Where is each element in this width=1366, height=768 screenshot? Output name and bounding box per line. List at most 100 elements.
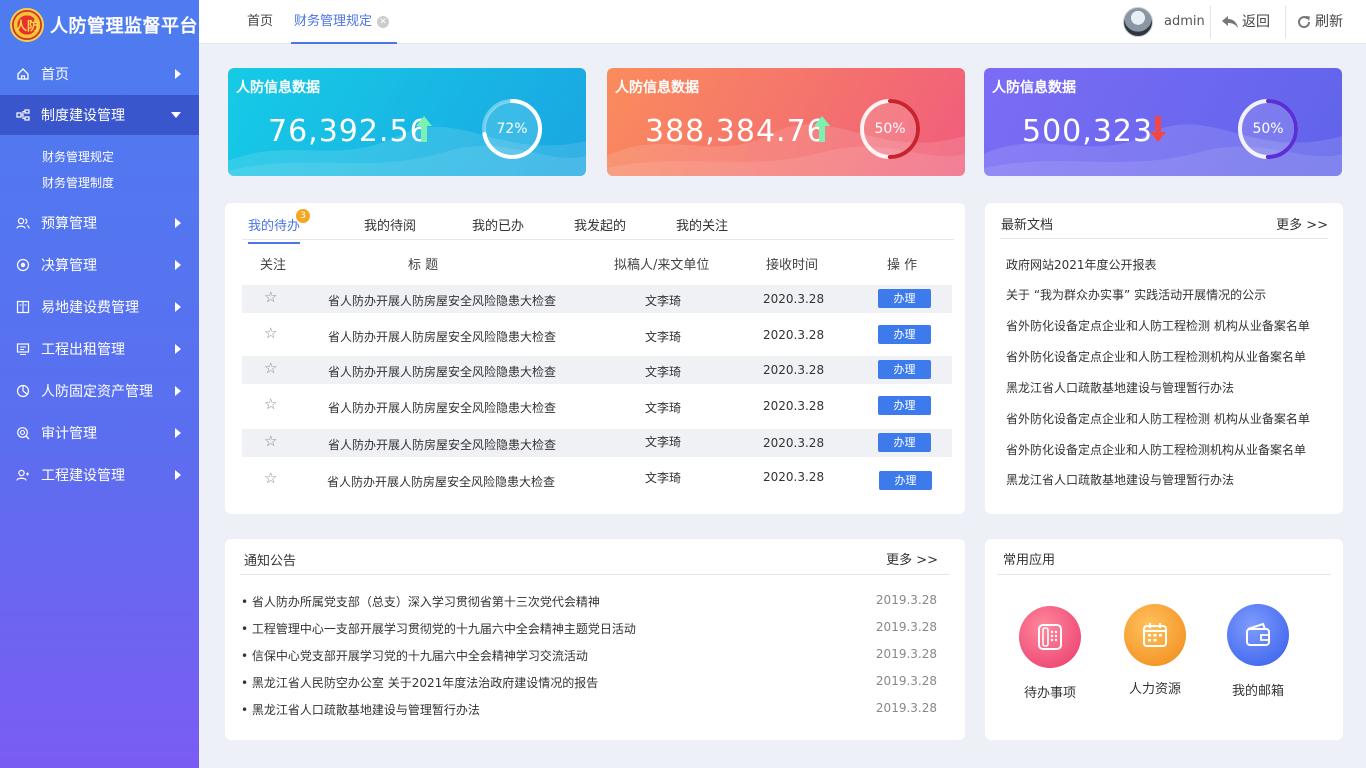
notice-text: • 黑龙江省人口疏散基地建设与管理暂行办法 [241, 703, 480, 717]
handle-button[interactable]: 办理 [878, 396, 931, 415]
org-icon [16, 108, 30, 122]
refresh-button[interactable]: 刷新 [1296, 0, 1343, 44]
submenu: 财务管理规定 财务管理制度 [0, 135, 199, 202]
star-icon[interactable]: ☆ [264, 395, 277, 413]
row-title[interactable]: 省人防办开展人防房屋安全风险隐患大检查 [328, 399, 556, 416]
stat-card-3[interactable]: 人防信息数据 500,323 50% [984, 68, 1342, 176]
sidebar-item-label: 制度建设管理 [41, 108, 125, 124]
notice-item[interactable]: • 黑龙江省人民防空办公室 关于2021年度法治政府建设情况的报告 2019.3… [241, 674, 937, 691]
row-author: 文李琦 [645, 294, 682, 308]
sidebar-item-audit[interactable]: 审计管理 [0, 412, 199, 454]
sidebar-item-home[interactable]: 首页 [0, 54, 199, 94]
notice-panel: 通知公告 更多 >> • 省人防办所属党支部（总支）深入学习贯彻省第十三次党代会… [225, 539, 965, 740]
row-title[interactable]: 省人防办开展人防房屋安全风险隐患大检查 [328, 436, 556, 453]
tab-my-todo[interactable]: 我的待办 3 [248, 209, 310, 244]
arrow-down-icon [1150, 116, 1166, 149]
chevron-right-icon [175, 344, 181, 354]
row-title[interactable]: 省人防办开展人防房屋安全风险隐患大检查 [327, 473, 555, 490]
handle-button[interactable]: 办理 [878, 360, 931, 379]
tab-followed[interactable]: 我的关注 [676, 215, 728, 234]
doc-item[interactable]: 省外防化设备定点企业和人防工程检测机构从业备案名单 [1006, 441, 1306, 458]
panel-header: 最新文档 更多 >> [1000, 203, 1328, 239]
doc-item[interactable]: 省外防化设备定点企业和人防工程检测机构从业备案名单 [1006, 348, 1306, 365]
sidebar-item-label: 易地建设费管理 [41, 300, 139, 316]
row-title[interactable]: 省人防办开展人防房屋安全风险隐患大检查 [328, 292, 556, 309]
star-icon[interactable]: ☆ [264, 324, 277, 342]
app-hr[interactable]: 人力资源 [1115, 604, 1195, 697]
tab-my-to-read[interactable]: 我的待阅 [364, 215, 416, 234]
users-icon [16, 216, 30, 230]
monitor-icon [16, 342, 30, 356]
chevron-right-icon [175, 470, 181, 480]
stat-value: 76,392.56 [268, 114, 430, 149]
star-icon[interactable]: ☆ [264, 288, 277, 306]
row-author: 文李琦 [645, 471, 682, 485]
tab-finance-rules[interactable]: 财务管理规定 ✕ [291, 0, 398, 44]
sidebar-item-construction[interactable]: 工程建设管理 [0, 454, 199, 496]
close-icon[interactable]: ✕ [377, 15, 390, 28]
more-link[interactable]: 更多 >> [886, 549, 938, 568]
doc-item[interactable]: 政府网站2021年度公开报表 [1006, 256, 1157, 273]
tab-initiated[interactable]: 我发起的 [574, 215, 626, 234]
submenu-item-finance-rules[interactable]: 财务管理规定 [0, 144, 199, 170]
apps-panel: 常用应用 待办事项 人力资源 我的邮箱 [985, 539, 1343, 740]
submenu-item-finance-system[interactable]: 财务管理制度 [0, 170, 199, 196]
star-icon[interactable]: ☆ [264, 432, 277, 450]
panel-header: 常用应用 [997, 539, 1331, 575]
notice-item[interactable]: • 黑龙江省人口疏散基地建设与管理暂行办法 2019.3.28 [241, 701, 937, 718]
notice-text: • 黑龙江省人民防空办公室 关于2021年度法治政府建设情况的报告 [241, 676, 599, 690]
count-badge: 3 [296, 209, 310, 223]
row-author: 文李琦 [645, 435, 682, 449]
more-link[interactable]: 更多 >> [1276, 214, 1328, 233]
row-date: 2020.3.28 [763, 363, 825, 377]
divider [1210, 6, 1211, 38]
sidebar-item-fixed-assets[interactable]: 人防固定资产管理 [0, 370, 199, 412]
tab-my-done[interactable]: 我的已办 [472, 215, 524, 234]
handle-button[interactable]: 办理 [878, 433, 931, 452]
handle-button[interactable]: 办理 [878, 325, 931, 344]
stat-card-1[interactable]: 人防信息数据 76,392.56 72% [228, 68, 586, 176]
panel-title: 最新文档 [1001, 218, 1054, 233]
tab-home[interactable]: 首页 [247, 0, 273, 44]
doc-item[interactable]: 省外防化设备定点企业和人防工程检测 机构从业备案名单 [1006, 317, 1310, 334]
sidebar-item-relocation-fee[interactable]: 易地建设费管理 [0, 286, 199, 328]
star-icon[interactable]: ☆ [264, 359, 277, 377]
handle-button[interactable]: 办理 [878, 289, 931, 308]
panel-title: 通知公告 [244, 554, 297, 569]
sidebar-item-system[interactable]: 制度建设管理 [0, 95, 199, 135]
star-icon[interactable]: ☆ [264, 469, 277, 487]
stat-title: 人防信息数据 [236, 80, 320, 96]
sidebar-item-label: 工程出租管理 [41, 342, 125, 358]
doc-item[interactable]: 黑龙江省人口疏散基地建设与管理暂行办法 [1006, 471, 1234, 488]
doc-item[interactable]: 省外防化设备定点企业和人防工程检测 机构从业备案名单 [1006, 410, 1310, 427]
stat-percent: 50% [874, 121, 906, 137]
notice-item[interactable]: • 信保中心党支部开展学习党的十九届六中全会精神学习交流活动 2019.3.28 [241, 647, 937, 664]
app-todo[interactable]: 待办事项 [1010, 606, 1090, 701]
doc-item[interactable]: 关于 “我为群众办实事” 实践活动开展情况的公示 [1006, 286, 1266, 303]
notice-item[interactable]: • 省人防办所属党支部（总支）深入学习贯彻省第十三次党代会精神 2019.3.2… [241, 593, 937, 610]
stat-value: 500,323 [1022, 114, 1154, 149]
back-button[interactable]: 返回 [1221, 0, 1270, 44]
sidebar: 人防 人防管理监督平台 首页 制度建设管理 财务管理规定 财务管理制度 预算管理 [0, 0, 199, 768]
notice-text: • 省人防办所属党支部（总支）深入学习贯彻省第十三次党代会精神 [241, 595, 600, 609]
app-mailbox[interactable]: 我的邮箱 [1218, 604, 1298, 699]
row-title[interactable]: 省人防办开展人防房屋安全风险隐患大检查 [328, 363, 556, 380]
doc-item[interactable]: 黑龙江省人口疏散基地建设与管理暂行办法 [1006, 379, 1234, 396]
row-date: 2020.3.28 [763, 328, 825, 342]
sidebar-item-label: 审计管理 [41, 426, 97, 442]
sidebar-nav: 首页 制度建设管理 财务管理规定 财务管理制度 预算管理 决算管理 易地建设费管… [0, 54, 199, 496]
row-title[interactable]: 省人防办开展人防房屋安全风险隐患大检查 [328, 328, 556, 345]
stat-value: 388,384.76 [645, 114, 827, 149]
app-title: 人防管理监督平台 [50, 16, 198, 37]
avatar[interactable] [1123, 7, 1153, 37]
stat-title: 人防信息数据 [615, 80, 699, 96]
sidebar-item-project-rental[interactable]: 工程出租管理 [0, 328, 199, 370]
sidebar-item-budget[interactable]: 预算管理 [0, 202, 199, 244]
sidebar-item-final-accounts[interactable]: 决算管理 [0, 244, 199, 286]
sidebar-item-label: 工程建设管理 [41, 468, 125, 484]
table-row: ☆ 省人防办开展人防房屋安全风险隐患大检查 文李琦 2020.3.28 办理 [242, 321, 952, 349]
stat-card-2[interactable]: 人防信息数据 388,384.76 50% [607, 68, 965, 176]
notice-item[interactable]: • 工程管理中心一支部开展学习贯彻党的十九届六中全会精神主题党日活动 2019.… [241, 620, 937, 637]
handle-button[interactable]: 办理 [879, 471, 932, 490]
username[interactable]: admin [1164, 0, 1205, 44]
